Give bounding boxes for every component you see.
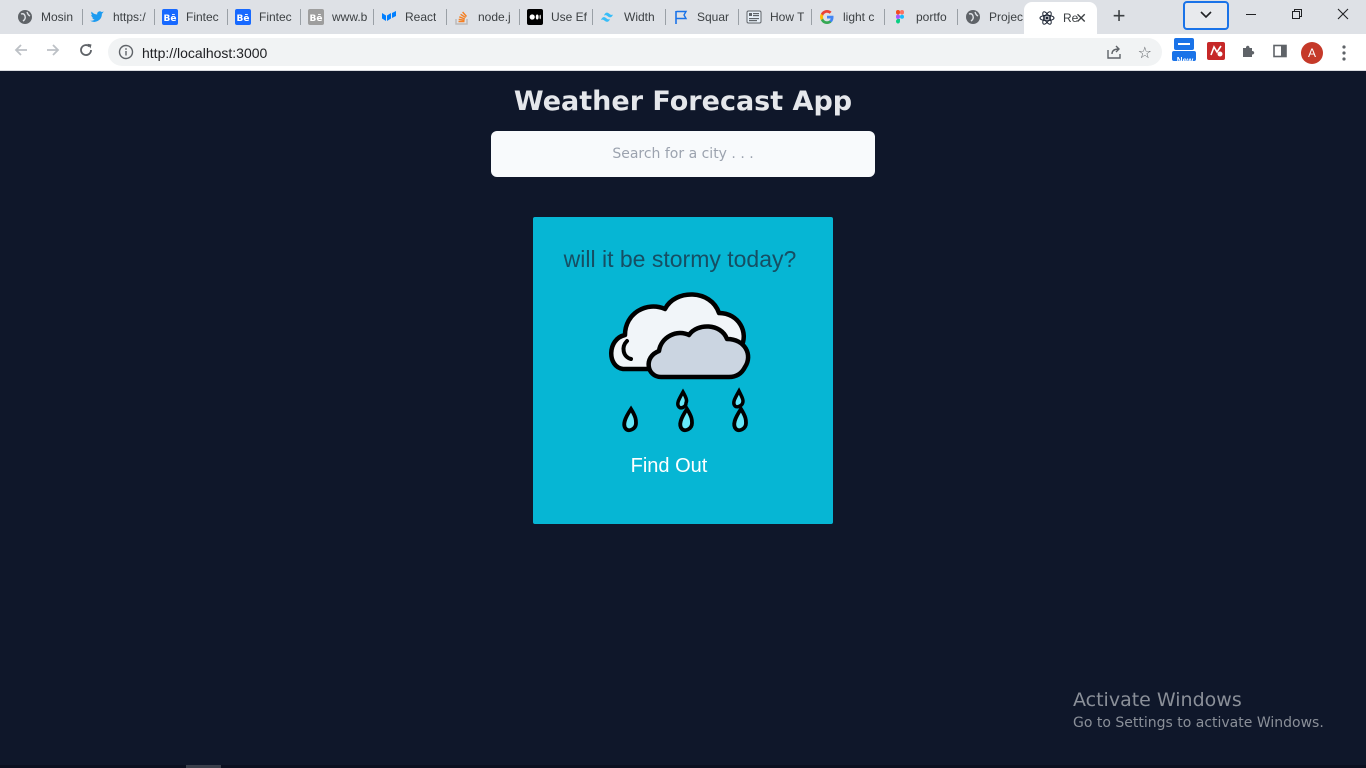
back-button[interactable] bbox=[9, 40, 33, 64]
medium-icon bbox=[527, 9, 543, 25]
puzzle-icon bbox=[1240, 43, 1256, 64]
google-icon bbox=[819, 9, 835, 25]
browser-tab-label: Width bbox=[624, 10, 655, 24]
new-badge-label: New bbox=[1176, 56, 1194, 65]
activate-windows-title: Activate Windows bbox=[1073, 689, 1242, 711]
browser-tab[interactable]: Width bbox=[585, 2, 665, 32]
menu-kebab-icon[interactable] bbox=[1336, 44, 1352, 62]
globe-icon bbox=[965, 9, 981, 25]
browser-tab-label: portfo bbox=[916, 10, 947, 24]
restore-icon bbox=[1291, 7, 1303, 23]
city-search-input[interactable] bbox=[491, 131, 875, 177]
mui-icon bbox=[381, 9, 397, 25]
weather-card: will it be stormy today? Find Out bbox=[533, 217, 833, 524]
reload-icon bbox=[78, 42, 94, 63]
share-icon[interactable] bbox=[1106, 44, 1122, 65]
address-bar[interactable]: http://localhost:3000 ☆ bbox=[108, 38, 1162, 66]
profile-avatar[interactable]: A bbox=[1301, 42, 1323, 64]
browser-tab[interactable]: Bē Fintec bbox=[220, 2, 300, 32]
card-question: will it be stormy today? bbox=[563, 246, 797, 272]
twitter-icon bbox=[89, 9, 105, 25]
browser-tab[interactable]: Use Ef bbox=[512, 2, 592, 32]
browser-tab-label: Fintec bbox=[259, 10, 292, 24]
minimize-icon bbox=[1245, 7, 1257, 23]
restore-button[interactable] bbox=[1274, 4, 1320, 26]
behance-icon: Bē bbox=[308, 9, 324, 25]
page-title: Weather Forecast App bbox=[513, 86, 853, 117]
site-icon bbox=[746, 9, 762, 25]
browser-tab-label: Use Ef bbox=[551, 10, 588, 24]
info-icon[interactable] bbox=[118, 44, 134, 65]
close-tab-icon[interactable]: ✕ bbox=[1075, 11, 1087, 25]
browser-tab[interactable]: light c bbox=[804, 2, 884, 32]
browser-tab[interactable]: Bē Fintec bbox=[147, 2, 227, 32]
browser-tab-strip: Mosin https:/ Bē Fintec Bē Fintec Bē www… bbox=[0, 0, 1366, 34]
find-out-button[interactable]: Find Out bbox=[615, 455, 723, 483]
browser-tab[interactable]: How T bbox=[731, 2, 811, 32]
figma-icon bbox=[892, 9, 908, 25]
extensions-button[interactable] bbox=[1237, 42, 1259, 64]
browser-tab[interactable]: portfo bbox=[877, 2, 957, 32]
rain-cloud-icon bbox=[603, 283, 763, 441]
svg-text:Bē: Bē bbox=[237, 14, 250, 24]
close-window-button[interactable] bbox=[1320, 4, 1366, 26]
address-url[interactable]: http://localhost:3000 bbox=[142, 45, 267, 61]
forward-button[interactable] bbox=[41, 40, 65, 64]
arrow-left-icon bbox=[13, 42, 29, 63]
svg-text:Bē: Bē bbox=[164, 14, 177, 24]
browser-tab-label: Mosin bbox=[41, 10, 74, 24]
activate-windows-subtitle: Go to Settings to activate Windows. bbox=[1073, 715, 1324, 731]
browser-toolbar: http://localhost:3000 ☆ New A bbox=[0, 34, 1366, 71]
extension-red-icon bbox=[1207, 41, 1225, 65]
side-panel-button[interactable] bbox=[1269, 42, 1291, 64]
behance-icon: Bē bbox=[235, 9, 251, 25]
browser-tab-label: light c bbox=[843, 10, 875, 24]
svg-text:Bē: Bē bbox=[310, 14, 323, 24]
minimize-button[interactable] bbox=[1228, 4, 1274, 26]
arrow-right-icon bbox=[45, 42, 61, 63]
browser-tab-label: React bbox=[405, 10, 437, 24]
tab-search-button[interactable] bbox=[1183, 1, 1229, 30]
browser-tab[interactable]: React bbox=[366, 2, 446, 32]
browser-tab-active[interactable]: Re ✕ bbox=[1024, 2, 1097, 34]
browser-tab-label: node.j bbox=[478, 10, 511, 24]
tailwind-icon bbox=[600, 9, 616, 25]
browser-tab-label: Squar bbox=[697, 10, 730, 24]
flag-icon bbox=[673, 9, 689, 25]
behance-icon: Bē bbox=[162, 9, 178, 25]
close-icon bbox=[1337, 7, 1349, 23]
reload-button[interactable] bbox=[74, 40, 98, 64]
browser-tab[interactable]: Squar bbox=[658, 2, 738, 32]
new-tab-button[interactable]: + bbox=[1108, 5, 1130, 28]
browser-tab-label: How T bbox=[770, 10, 805, 24]
browser-tab[interactable]: Projec bbox=[950, 2, 1024, 32]
browser-tab-label: https:/ bbox=[113, 10, 146, 24]
browser-tab[interactable]: Mosin bbox=[2, 2, 82, 32]
react-icon bbox=[1039, 10, 1055, 26]
globe-icon bbox=[17, 9, 33, 25]
side-panel-icon bbox=[1272, 43, 1288, 64]
browser-tab-label: www.b bbox=[332, 10, 368, 24]
extension-button[interactable] bbox=[1205, 41, 1227, 65]
browser-tab-label: Fintec bbox=[186, 10, 219, 24]
stackoverflow-icon bbox=[454, 9, 470, 25]
browser-tab[interactable]: node.j bbox=[439, 2, 519, 32]
chevron-down-icon bbox=[1199, 7, 1213, 25]
extension-new-badge[interactable]: New bbox=[1172, 37, 1196, 65]
browser-tab[interactable]: https:/ bbox=[74, 2, 154, 32]
browser-tab-label: Projec bbox=[989, 10, 1024, 24]
bookmark-star-icon[interactable]: ☆ bbox=[1138, 43, 1152, 63]
browser-tab[interactable]: Bē www.b bbox=[293, 2, 373, 32]
